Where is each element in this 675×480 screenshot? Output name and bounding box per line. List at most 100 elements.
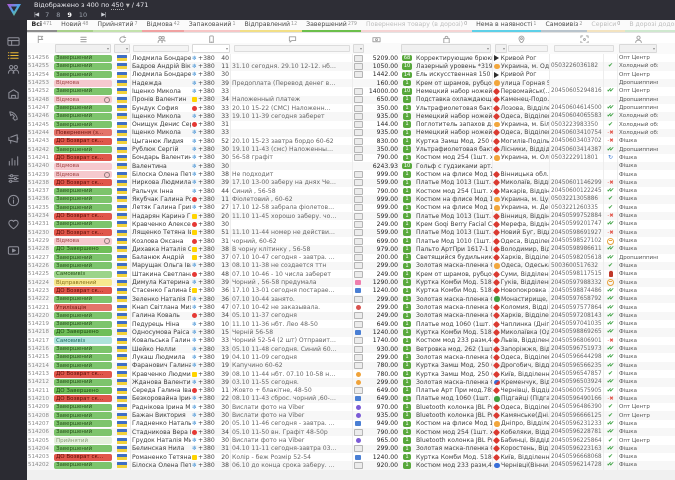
table-row[interactable]: 514209ЗавершенийРаднікова Ірина Ми…❄+380…	[27, 403, 675, 411]
table-row[interactable]: 514218ДО ЗавершеноОдносумова Раіса І…❄+3…	[27, 328, 675, 336]
table-row[interactable]: 514221УтилізаціяКнап Світлана Миха…❄+380…	[27, 303, 675, 311]
tab-Повернення товару (в дорозі)[interactable]: Повернення товару (в дорозі)0	[361, 20, 471, 32]
table-row[interactable]: 514223ДО Возврат ск…Стасенко Галина Ви…+…	[27, 287, 675, 295]
tab-Всі[interactable]: Всі471	[27, 20, 57, 32]
marketing-icon[interactable]	[7, 130, 20, 143]
table-row[interactable]: 514205ПрийнятийГрудок Наталія Мик…❄+3803…	[27, 436, 675, 444]
page-number[interactable]: 7	[45, 11, 49, 19]
statistics-icon[interactable]	[7, 152, 20, 165]
table-row[interactable]: 514217СамовивізКовальська Галина❄+38033Ч…	[27, 337, 675, 345]
table-row[interactable]: 514247ЗавершенийБундук София+3803320.10 …	[27, 104, 675, 112]
table-row[interactable]: 514210ДО Возврат ск…Безкоровайна Ірина❄+…	[27, 395, 675, 403]
table-row[interactable]: 514225СамовивізШтакина Светлана+3804807.…	[27, 270, 675, 278]
table-row[interactable]: 514237ЗавершенийРальчук Інна❄+38044Синий…	[27, 187, 675, 195]
table-row[interactable]: 514248ВідмоваПронів Валентин+38034Наложе…	[27, 96, 675, 104]
pagination-first-icon[interactable]: |◀	[34, 12, 38, 18]
orders-icon[interactable]	[7, 47, 20, 60]
table-row[interactable]: 514256ЗавершенийЛюдмила Бондарен…❄+38040…	[27, 54, 675, 62]
order-total: 699.00	[363, 237, 399, 245]
table-row[interactable]: 514206ЗавершенийСтадникова Вера В…+38034…	[27, 428, 675, 436]
tab-Відправлений[interactable]: Відправлений12	[240, 20, 302, 32]
table-row[interactable]: 514224ВідправленийДимула Катерина❄+38039…	[27, 278, 675, 286]
payment-icon	[354, 146, 363, 153]
info-icon[interactable]	[7, 192, 20, 205]
filter-payment[interactable]: ▾	[353, 44, 364, 53]
table-row[interactable]: 514244Повернення (з…Іщенко Микола❄+38033…	[27, 129, 675, 137]
table-row[interactable]: 514212ЗавершенийЖданова Валентина❄+38039…	[27, 378, 675, 386]
dashboard-icon[interactable]	[7, 33, 20, 46]
table-row[interactable]: 514246ЗавершенийІщенко Микола❄+3803319.1…	[27, 112, 675, 120]
table-row[interactable]: 514230ДО Возврат ск…Лященко Тетяна Іва…+…	[27, 229, 675, 237]
table-row[interactable]: 514222ЗавершенийЗеленко Наталія Па…❄+380…	[27, 295, 675, 303]
table-row[interactable]: 514228ДО ЗавершеноДихавка Наталія Си…+38…	[27, 245, 675, 253]
table-row[interactable]: 514211ДО ЗавершеноСереда Галина Івані…+3…	[27, 387, 675, 395]
table-row[interactable]: 514253ВідмоваНадежда❄+38039Предоплата (П…	[27, 79, 675, 87]
product-name: Куртка Замш Мод. 250 (1шт. х 7…	[415, 362, 493, 370]
table-row[interactable]: 514240ВідмоваВалентина❄+380306243.9310Го…	[27, 162, 675, 170]
settings-sliders-icon[interactable]	[7, 170, 20, 183]
filter-status[interactable]: ▾	[55, 44, 111, 53]
filter-city[interactable]	[508, 45, 548, 52]
app-logo[interactable]	[0, 0, 27, 20]
tab-Відмова[interactable]: Відмова42	[142, 20, 184, 32]
page-number[interactable]: 9	[67, 11, 72, 19]
table-row[interactable]: 514204ЗавершенийБелинская Нила❄+3803104.…	[27, 445, 675, 453]
table-row[interactable]: 514245ЗавершенийОнищук Денис Сергі…+3803…	[27, 121, 675, 129]
tab-Сервіси[interactable]: Сервіси0	[587, 20, 625, 32]
filter-client-name[interactable]	[133, 45, 189, 52]
table-row[interactable]: 514202ЗавершенийБілоска Олена Петр…❄+380…	[27, 461, 675, 469]
filter-source[interactable]: ▾	[619, 44, 657, 53]
table-row[interactable]: 514215ЗавершенийЛукаш Людмила❄+3801904.1…	[27, 353, 675, 361]
filter-delivery-type[interactable]: ▾	[495, 44, 507, 53]
table-row[interactable]: 514255ЗавершенийБадров Андрій Вікт…❄+380…	[27, 62, 675, 70]
table-row[interactable]: 514227ЗавершенийБаланюк Андрій+3803707.1…	[27, 254, 675, 262]
tab-В дорозі додому[interactable]: В дорозі додому0	[625, 20, 675, 32]
filter-country[interactable]: ▾	[114, 44, 130, 53]
tab-Самовивіз[interactable]: Самовивіз2	[541, 20, 587, 32]
filter-phone[interactable]: ▾	[192, 44, 230, 53]
table-row[interactable]: 514252ЗавершенийІщенко Микола❄+380331400…	[27, 87, 675, 95]
page-number[interactable]: 8	[56, 11, 60, 19]
table-row[interactable]: 514203ДО Возврат ск…Романенко Тетяна+380…	[27, 453, 675, 461]
payment-icon	[354, 188, 363, 195]
table-row[interactable]: 514239ВідмоваБілоска Олена Петр…❄+38038Н…	[27, 170, 675, 178]
filter-ttn[interactable]	[554, 45, 614, 52]
page-number[interactable]: 10	[79, 11, 87, 19]
table-row[interactable]: 514242ЗавершенийРублюк Сергій❄+3803019.1…	[27, 145, 675, 153]
table-row[interactable]: 514207ЗавершенийГладненко Наталья …❄+380…	[27, 420, 675, 428]
client-name: Кравченко Алексей	[131, 220, 191, 228]
tab-Запакований[interactable]: Запакований1	[184, 20, 240, 32]
table-row[interactable]: 514236ЗавершенийЯкубчак Галина Ром…+3801…	[27, 195, 675, 203]
table-row[interactable]: 514231ЗавершенийКравченко Алексей+380302…	[27, 220, 675, 228]
table-row[interactable]: 514243ДО Возврат ск…Цыганюк Лидия❄+38052…	[27, 137, 675, 145]
table-row[interactable]: 514235ЗавершенийЛетяк Галина Григо…❄+380…	[27, 204, 675, 212]
table-row[interactable]: 514254ЗавершенийЛюдмила Бондарен…❄+38030…	[27, 71, 675, 79]
range-dropdown[interactable]: 450	[111, 1, 123, 10]
traffic-source: Фішка	[618, 395, 658, 403]
tab-Прийнятий[interactable]: Прийнятий7	[93, 20, 142, 32]
table-row[interactable]: 514216ЗавершенийШейко Нелли❄+3803305.10 …	[27, 345, 675, 353]
tab-Новий[interactable]: Новий48	[57, 20, 93, 32]
traffic-source: Фішка	[618, 312, 658, 320]
tab-Нема в наявності[interactable]: Нема в наявності1	[472, 20, 541, 32]
video-tutorials-icon[interactable]	[7, 242, 20, 255]
office-icon[interactable]	[7, 86, 20, 99]
table-row[interactable]: 514219ЗавершенийПедурець Ніна❄+3801011.1…	[27, 320, 675, 328]
table-row[interactable]: 514238ДО Возврат ск…Ниркова Людмила❄+380…	[27, 179, 675, 187]
table-row[interactable]: 514220ЗавершенийГалина Коваль+3803405.10…	[27, 312, 675, 320]
tab-Завершений[interactable]: Завершений279	[302, 20, 362, 32]
table-row[interactable]: 514226ЗавершенийМарущак Ольга Іва…❄+3801…	[27, 262, 675, 270]
table-row[interactable]: 514241ДО Возврат ск…Бондарь Валентина…❄+…	[27, 154, 675, 162]
payment-icon	[354, 138, 363, 145]
table-row[interactable]: 514229ВідмоваКозлова Оксана+38031чорний,…	[27, 237, 675, 245]
filter-product[interactable]: ▾	[401, 44, 491, 53]
table-row[interactable]: 514208ЗавершенийБажан Виктория❄+38030Вис…	[27, 411, 675, 419]
calls-icon[interactable]	[7, 108, 20, 121]
support-icon[interactable]	[7, 216, 20, 229]
clients-icon[interactable]	[7, 61, 20, 74]
filter-comment[interactable]	[234, 45, 350, 52]
table-row[interactable]: 514234ДО Возврат ск…Надарян Каринэ Гв…+3…	[27, 212, 675, 220]
pagination-last-icon[interactable]: ▶|	[101, 12, 105, 18]
table-row[interactable]: 514214ЗавершенийФаранович Галина❄+38019К…	[27, 362, 675, 370]
table-row[interactable]: 514213ДО Возврат ск…Кравченко Людмила+38…	[27, 370, 675, 378]
